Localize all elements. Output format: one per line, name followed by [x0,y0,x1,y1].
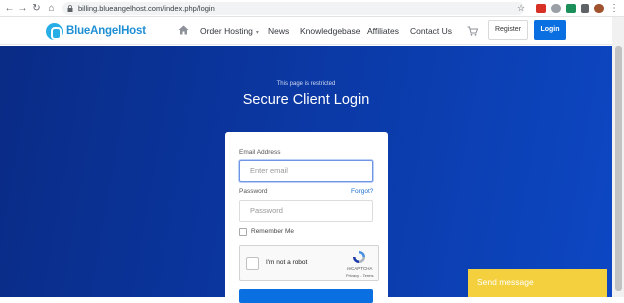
home-browser-icon[interactable]: ⌂ [46,3,57,14]
chevron-down-icon: ▾ [255,30,259,36]
remember-me-label: Remember Me [251,228,294,235]
password-label: Password [239,188,268,195]
extension-green-icon[interactable] [566,4,576,13]
email-field[interactable]: Enter email [239,160,373,182]
email-label: Email Address [239,149,281,156]
browser-toolbar: ← → ↻ ⌂ billing.blueangelhost.com/index.… [0,0,624,17]
forward-arrow-icon[interactable]: → [17,3,28,14]
menu-dots-icon[interactable]: ⋮ [609,3,619,14]
password-field[interactable]: Password [239,200,373,222]
restricted-notice: This page is restricted [276,81,336,87]
scrollbar-thumb[interactable] [615,46,622,291]
address-bar[interactable]: billing.blueangelhost.com/index.php/logi… [62,2,524,15]
extension-adblock-icon[interactable] [536,4,546,13]
recaptcha-links[interactable]: Privacy - Terms [346,273,373,278]
recaptcha-widget: I'm not a robot reCAPTCHA Privacy - Term… [239,245,379,281]
send-message-label: Send message [477,277,534,287]
bookmark-star-icon[interactable]: ☆ [517,3,525,14]
menu-affiliates[interactable]: Affiliates [367,26,399,36]
menu-contact-us[interactable]: Contact Us [410,26,452,36]
page-title: Secure Client Login [242,92,370,108]
login-card: Email Address Enter email Password Forgo… [225,132,388,303]
back-arrow-icon[interactable]: ← [4,3,15,14]
login-submit-button[interactable] [239,289,373,303]
home-icon[interactable] [178,25,189,35]
logo-mark-icon [46,22,63,40]
extensions-puzzle-icon[interactable] [581,4,589,13]
menu-order-hosting[interactable]: Order Hosting ▾ [200,26,259,36]
profile-avatar-icon[interactable] [594,4,604,13]
site-logo[interactable]: BlueAngelHost [46,22,146,40]
logo-text: BlueAngelHost [66,25,146,37]
send-message-widget[interactable]: Send message [468,269,607,297]
menu-knowledgebase[interactable]: Knowledgebase [300,26,361,36]
menu-order-hosting-label: Order Hosting [200,26,253,36]
cart-icon[interactable] [467,26,478,36]
recaptcha-label: I'm not a robot [266,259,308,266]
recaptcha-checkbox[interactable] [246,257,259,270]
site-header: BlueAngelHost Order Hosting ▾ News Knowle… [0,17,624,45]
recaptcha-brand: reCAPTCHA [347,266,373,271]
menu-news[interactable]: News [268,26,289,36]
reload-icon[interactable]: ↻ [31,3,42,14]
lock-icon [67,5,73,12]
url-text: billing.blueangelhost.com/index.php/logi… [78,4,215,13]
forgot-password-link[interactable]: Forgot? [351,188,373,195]
login-button[interactable]: Login [534,20,566,40]
extension-cloud-icon[interactable] [551,4,561,13]
remember-me-checkbox[interactable] [239,228,247,236]
recaptcha-logo-icon [353,251,365,263]
register-button[interactable]: Register [488,20,528,40]
